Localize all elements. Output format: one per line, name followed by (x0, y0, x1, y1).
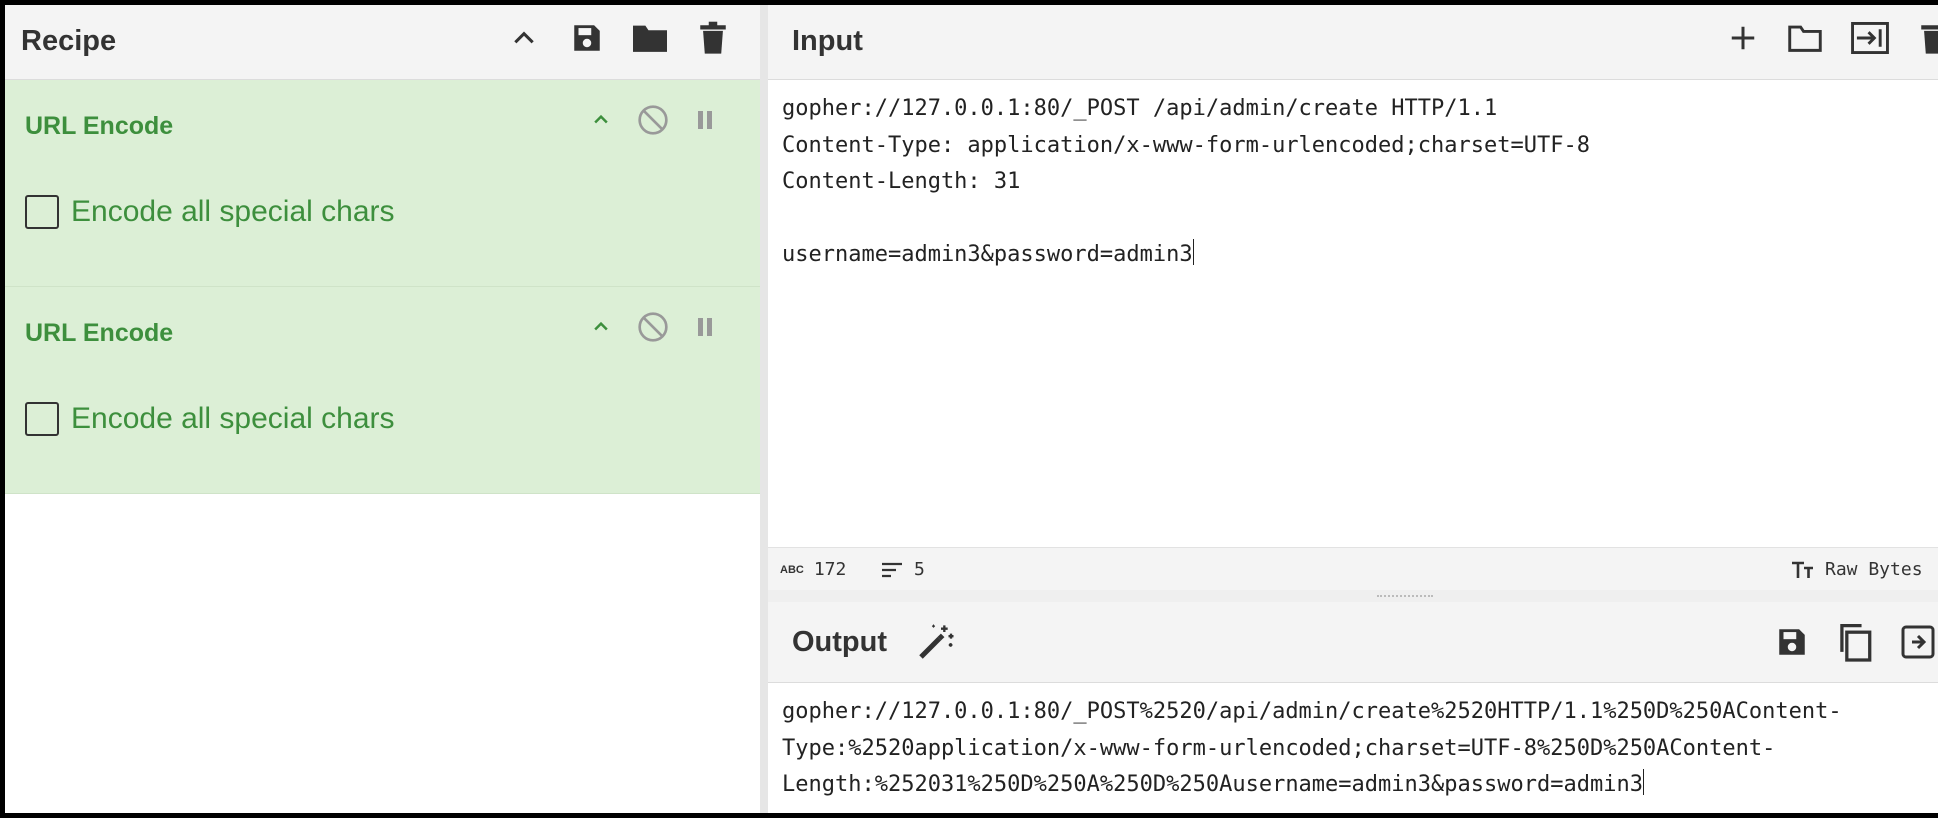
operation-url-encode[interactable]: URL Encode Encode all special chars (5, 287, 760, 494)
encoding-label: Raw Bytes (1825, 559, 1923, 580)
copy-icon[interactable] (1835, 622, 1875, 662)
trash-icon[interactable] (1914, 18, 1938, 58)
encode-special-chars-label: Encode all special chars (71, 195, 395, 228)
operation-title: URL Encode (25, 112, 174, 140)
replace-input-icon[interactable] (1898, 622, 1938, 662)
input-panel: Input gopher://127.0.0.1:80/_POST /api/a… (768, 5, 1938, 591)
disable-icon[interactable] (635, 102, 671, 138)
save-icon[interactable] (1772, 622, 1812, 662)
text-size-icon (1792, 561, 1813, 578)
folder-icon[interactable] (630, 18, 670, 58)
encoding-selector[interactable]: Raw Bytes (1791, 559, 1923, 580)
encode-special-chars-checkbox[interactable] (25, 402, 59, 436)
lines-icon (882, 562, 902, 577)
magic-wand-icon[interactable] (916, 622, 956, 662)
line-count-value: 5 (914, 559, 925, 580)
input-arrow-icon[interactable] (1850, 18, 1890, 58)
output-textarea[interactable]: gopher://127.0.0.1:80/_POST%2520/api/adm… (782, 694, 1932, 804)
chevron-up-icon[interactable] (583, 102, 619, 138)
app-window: Recipe URL Encode Encode all special cha… (5, 5, 1938, 813)
output-title: Output (792, 626, 888, 658)
recipe-panel: Recipe URL Encode Encode all special cha… (5, 5, 760, 813)
resize-grip (1377, 595, 1433, 599)
char-count: ABC 172 (780, 559, 846, 580)
text-caret (1192, 239, 1194, 265)
char-count-value: 172 (813, 559, 847, 580)
recipe-title: Recipe (21, 25, 117, 57)
save-icon[interactable] (567, 18, 607, 58)
pause-icon[interactable] (687, 309, 723, 345)
encode-special-chars-label: Encode all special chars (71, 402, 395, 435)
input-title: Input (792, 25, 863, 57)
output-panel: Output gopher://127.0.0.1:80/_POST%2520/… (768, 602, 1938, 813)
chevron-up-icon[interactable] (504, 18, 544, 58)
input-textarea[interactable]: gopher://127.0.0.1:80/_POST /api/admin/c… (782, 91, 1932, 541)
pause-icon[interactable] (687, 102, 723, 138)
operation-url-encode[interactable]: URL Encode Encode all special chars (5, 80, 760, 287)
output-text-content: gopher://127.0.0.1:80/_POST%2520/api/adm… (782, 699, 1842, 797)
panel-resize-handle[interactable] (760, 5, 768, 813)
io-resize-handle[interactable] (768, 590, 1938, 602)
operation-title: URL Encode (25, 319, 174, 347)
input-status-bar: ABC 172 5 Raw Bytes (768, 547, 1938, 591)
trash-icon[interactable] (693, 18, 733, 58)
plus-icon[interactable] (1723, 18, 1763, 58)
abc-icon: ABC (780, 563, 804, 576)
line-count: 5 (880, 559, 925, 580)
input-header: Input (768, 5, 1938, 80)
text-caret (1642, 769, 1644, 795)
disable-icon[interactable] (635, 309, 671, 345)
chevron-up-icon[interactable] (583, 309, 619, 345)
output-header: Output (768, 602, 1938, 683)
recipe-header: Recipe (5, 5, 760, 80)
folder-icon[interactable] (1785, 18, 1825, 58)
encode-special-chars-checkbox[interactable] (25, 195, 59, 229)
input-text-content: gopher://127.0.0.1:80/_POST /api/admin/c… (782, 96, 1590, 267)
